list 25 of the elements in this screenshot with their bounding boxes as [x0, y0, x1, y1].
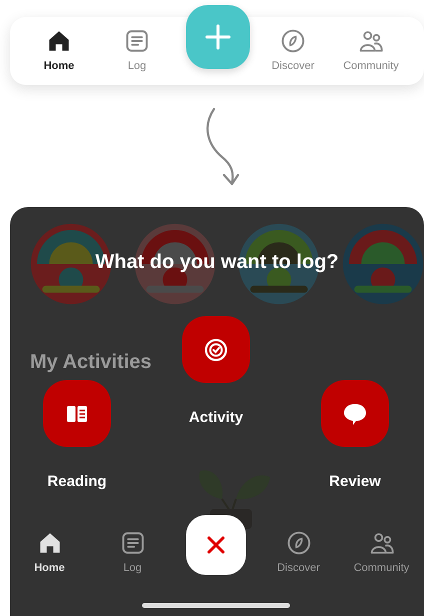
- nav-tab[interactable]: Log: [98, 17, 176, 85]
- compass-icon: [280, 28, 306, 54]
- log-option-button[interactable]: [321, 380, 389, 447]
- people-icon: [368, 530, 394, 556]
- log-option-button[interactable]: [43, 380, 111, 447]
- nav-tab[interactable]: Home: [20, 17, 98, 85]
- plus-icon: [205, 24, 231, 50]
- option-label: Activity: [188, 408, 244, 428]
- nav-tab[interactable]: Community: [340, 530, 423, 576]
- nav-tab[interactable]: Home: [10, 530, 91, 576]
- menu-title: What do you want to log?: [94, 250, 340, 275]
- option-label: Review: [329, 472, 381, 492]
- nav-tab[interactable]: Log: [91, 530, 174, 576]
- check-circle-icon: [203, 336, 229, 362]
- nav-tab[interactable]: Discover: [257, 530, 340, 576]
- nav-tab[interactable]: Discover: [254, 17, 332, 85]
- note-icon: [120, 530, 146, 556]
- close-icon: [207, 536, 225, 554]
- log-option-button[interactable]: [182, 316, 250, 383]
- option-label: Reading: [47, 472, 107, 492]
- nav-tab[interactable]: Community: [332, 17, 410, 85]
- section-heading: My Activities: [30, 350, 152, 375]
- note-icon: [124, 28, 150, 54]
- close-button[interactable]: [186, 515, 246, 575]
- compass-icon: [286, 530, 312, 556]
